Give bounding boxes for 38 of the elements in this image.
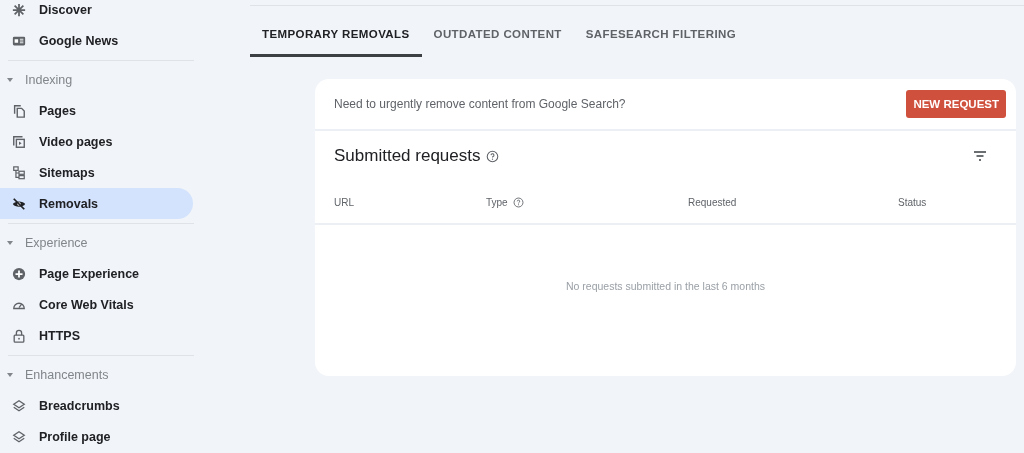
tab[interactable]: OUTDATED CONTENT — [421, 16, 574, 57]
asterisk-icon — [12, 2, 26, 17]
column-header: Requested — [688, 196, 737, 208]
help-icon[interactable] — [512, 196, 524, 208]
sidebar-item[interactable]: Removals — [0, 188, 193, 219]
padlock-icon — [12, 328, 26, 343]
column-header: URL — [334, 196, 354, 208]
sidebar-item[interactable]: Pages — [0, 95, 193, 126]
empty-message: No requests submitted in the last 6 months — [566, 279, 765, 292]
sidebar-item[interactable]: Core Web Vitals — [0, 289, 193, 320]
tab[interactable]: TEMPORARY REMOVALS — [250, 16, 422, 57]
layers-icon — [12, 398, 26, 413]
filter-icon[interactable] — [972, 148, 988, 164]
pages-icon — [12, 103, 26, 118]
prompt-text: Need to urgently remove content from Google Search? — [334, 97, 626, 111]
tab[interactable]: SAFESEARCH FILTERING — [573, 16, 749, 57]
caret-icon[interactable] — [6, 76, 14, 84]
caret-icon[interactable] — [6, 371, 14, 379]
sidebar-item[interactable]: Page Experience — [0, 258, 193, 289]
help-icon[interactable] — [486, 149, 500, 163]
sidebar-item[interactable]: Video pages — [0, 126, 193, 157]
sitemap-icon — [12, 165, 26, 180]
sidebar-item[interactable]: Profile page — [0, 421, 193, 452]
new-request-button[interactable]: NEW REQUEST — [906, 90, 1006, 118]
sidebar-item[interactable]: Sitemaps — [0, 157, 193, 188]
section-header[interactable]: Indexing — [25, 73, 73, 87]
sidebar-item[interactable]: HTTPS — [0, 320, 193, 351]
column-header: Status — [898, 196, 927, 208]
column-header: Type — [486, 196, 508, 208]
eye-slash-icon — [12, 196, 26, 211]
layers-icon — [12, 429, 26, 444]
sidebar-item[interactable]: Breadcrumbs — [0, 390, 193, 421]
caret-icon[interactable] — [6, 239, 14, 247]
sidebar-item[interactable]: Google News — [0, 25, 193, 56]
section-title: Submitted requests — [334, 146, 481, 166]
sidebar-item[interactable]: Discover — [0, 0, 193, 25]
video-pages-icon — [12, 134, 26, 149]
plus-circle-icon — [12, 266, 26, 281]
